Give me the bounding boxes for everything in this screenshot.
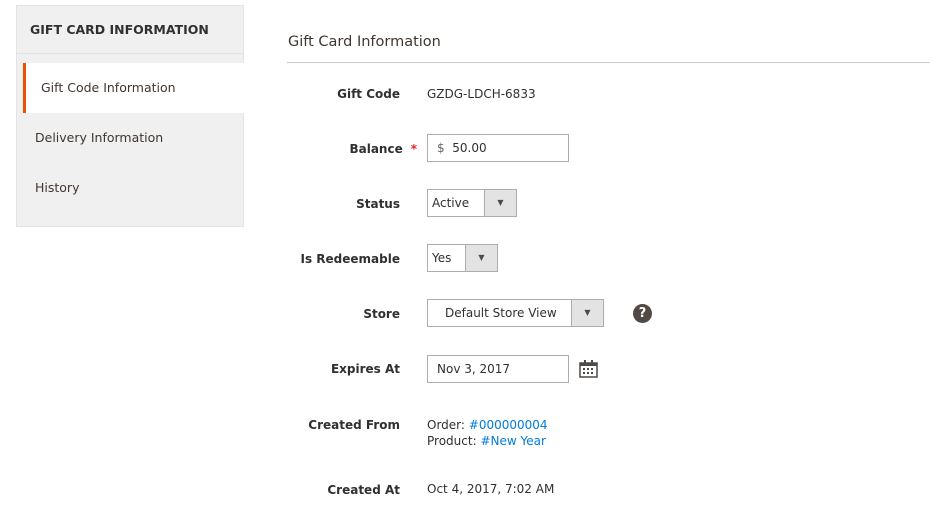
store-value: Default Store View — [445, 306, 557, 320]
balance-value: 50.00 — [452, 141, 487, 155]
created-from-label: Created From — [308, 418, 400, 432]
chevron-down-icon: ▼ — [484, 190, 516, 216]
calendar-icon[interactable] — [579, 360, 598, 378]
chevron-down-icon: ▼ — [465, 245, 497, 271]
order-label: Order: — [427, 418, 465, 432]
divider — [287, 62, 930, 63]
currency-symbol: $ — [437, 141, 445, 155]
sidebar-item-gift-code-information[interactable]: Gift Code Information — [23, 63, 246, 113]
status-select[interactable]: Active ▼ — [427, 189, 517, 217]
gift-code-label: Gift Code — [337, 87, 400, 101]
redeemable-label: Is Redeemable — [300, 252, 400, 266]
expires-input[interactable]: Nov 3, 2017 — [427, 355, 569, 383]
sidebar: GIFT CARD INFORMATION Gift Code Informat… — [16, 5, 246, 227]
help-icon[interactable]: ? — [633, 304, 652, 323]
store-select[interactable]: Default Store View ▼ — [427, 299, 604, 327]
required-marker: * — [410, 142, 417, 156]
product-link[interactable]: #New Year — [480, 434, 545, 448]
sidebar-item-history[interactable]: History — [17, 163, 243, 213]
redeemable-value: Yes — [432, 251, 452, 265]
expires-label: Expires At — [330, 362, 400, 376]
sidebar-title: GIFT CARD INFORMATION — [17, 6, 243, 54]
balance-label-text: Balance — [349, 142, 403, 156]
store-label: Store — [363, 307, 400, 321]
status-value: Active — [432, 196, 470, 210]
section-title: Gift Card Information — [288, 34, 441, 50]
balance-input[interactable]: $ 50.00 — [427, 134, 569, 162]
created-from-value: Order: #000000004 Product: #New Year — [427, 417, 548, 449]
order-link[interactable]: #000000004 — [469, 418, 548, 432]
created-at-value: Oct 4, 2017, 7:02 AM — [427, 482, 555, 496]
balance-label: Balance * — [349, 142, 417, 156]
gift-code-value: GZDG-LDCH-6833 — [427, 87, 536, 101]
redeemable-select[interactable]: Yes ▼ — [427, 244, 498, 272]
product-label: Product: — [427, 434, 477, 448]
sidebar-item-delivery-information[interactable]: Delivery Information — [17, 113, 243, 163]
created-at-label: Created At — [327, 483, 400, 497]
chevron-down-icon: ▼ — [571, 300, 603, 326]
status-label: Status — [356, 197, 400, 211]
